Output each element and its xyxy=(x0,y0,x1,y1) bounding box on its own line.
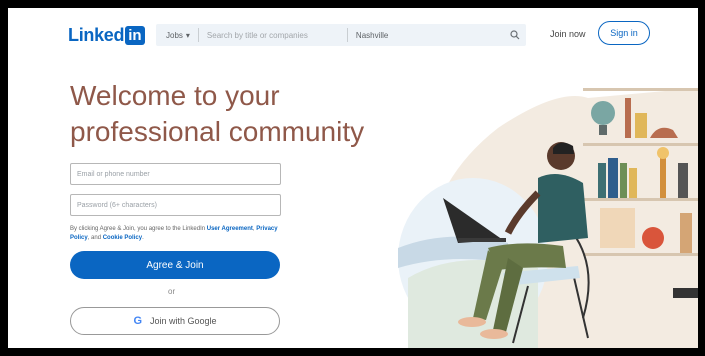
terms-and: and xyxy=(91,235,102,241)
search-icon[interactable] xyxy=(504,30,526,40)
search-category-dropdown[interactable]: Jobs ▾ xyxy=(156,28,199,42)
google-icon: G xyxy=(133,315,142,327)
logo-text: Linked xyxy=(68,24,125,45)
google-button-label: Join with Google xyxy=(150,316,217,326)
page: Linked in Jobs ▾ Search by title or compa… xyxy=(8,8,698,348)
terms-text: By clicking Agree & Join, you agree to t… xyxy=(70,226,278,241)
search-category-label: Jobs xyxy=(166,30,183,40)
password-field[interactable]: Password (6+ characters) xyxy=(70,194,281,216)
terms-prefix: By clicking Agree & Join, you agree to t… xyxy=(70,226,206,232)
page-title: Welcome to your professional community xyxy=(70,78,400,150)
cookie-policy-link[interactable]: Cookie Policy xyxy=(103,235,142,241)
hero-illustration xyxy=(398,88,698,348)
sign-in-button[interactable]: Sign in xyxy=(598,21,650,45)
headline-line-1: Welcome to your xyxy=(70,80,280,111)
agree-join-button[interactable]: Agree & Join xyxy=(70,251,280,279)
user-agreement-link[interactable]: User Agreement xyxy=(207,226,253,232)
join-with-google-button[interactable]: G Join with Google xyxy=(70,307,280,335)
or-divider: or xyxy=(168,287,176,296)
email-field[interactable]: Email or phone number xyxy=(70,163,281,185)
location-input[interactable]: Nashville xyxy=(346,28,504,42)
linkedin-logo[interactable]: Linked in xyxy=(68,24,145,46)
headline-line-2: professional community xyxy=(70,116,365,147)
job-search-bar: Jobs ▾ Search by title or companies Nash… xyxy=(156,24,526,46)
top-nav: Linked in Jobs ▾ Search by title or compa… xyxy=(8,8,698,60)
keyword-input[interactable]: Search by title or companies xyxy=(199,31,347,40)
chevron-down-icon: ▾ xyxy=(185,30,190,40)
join-now-link[interactable]: Join now xyxy=(550,29,586,39)
logo-box: in xyxy=(125,25,145,45)
